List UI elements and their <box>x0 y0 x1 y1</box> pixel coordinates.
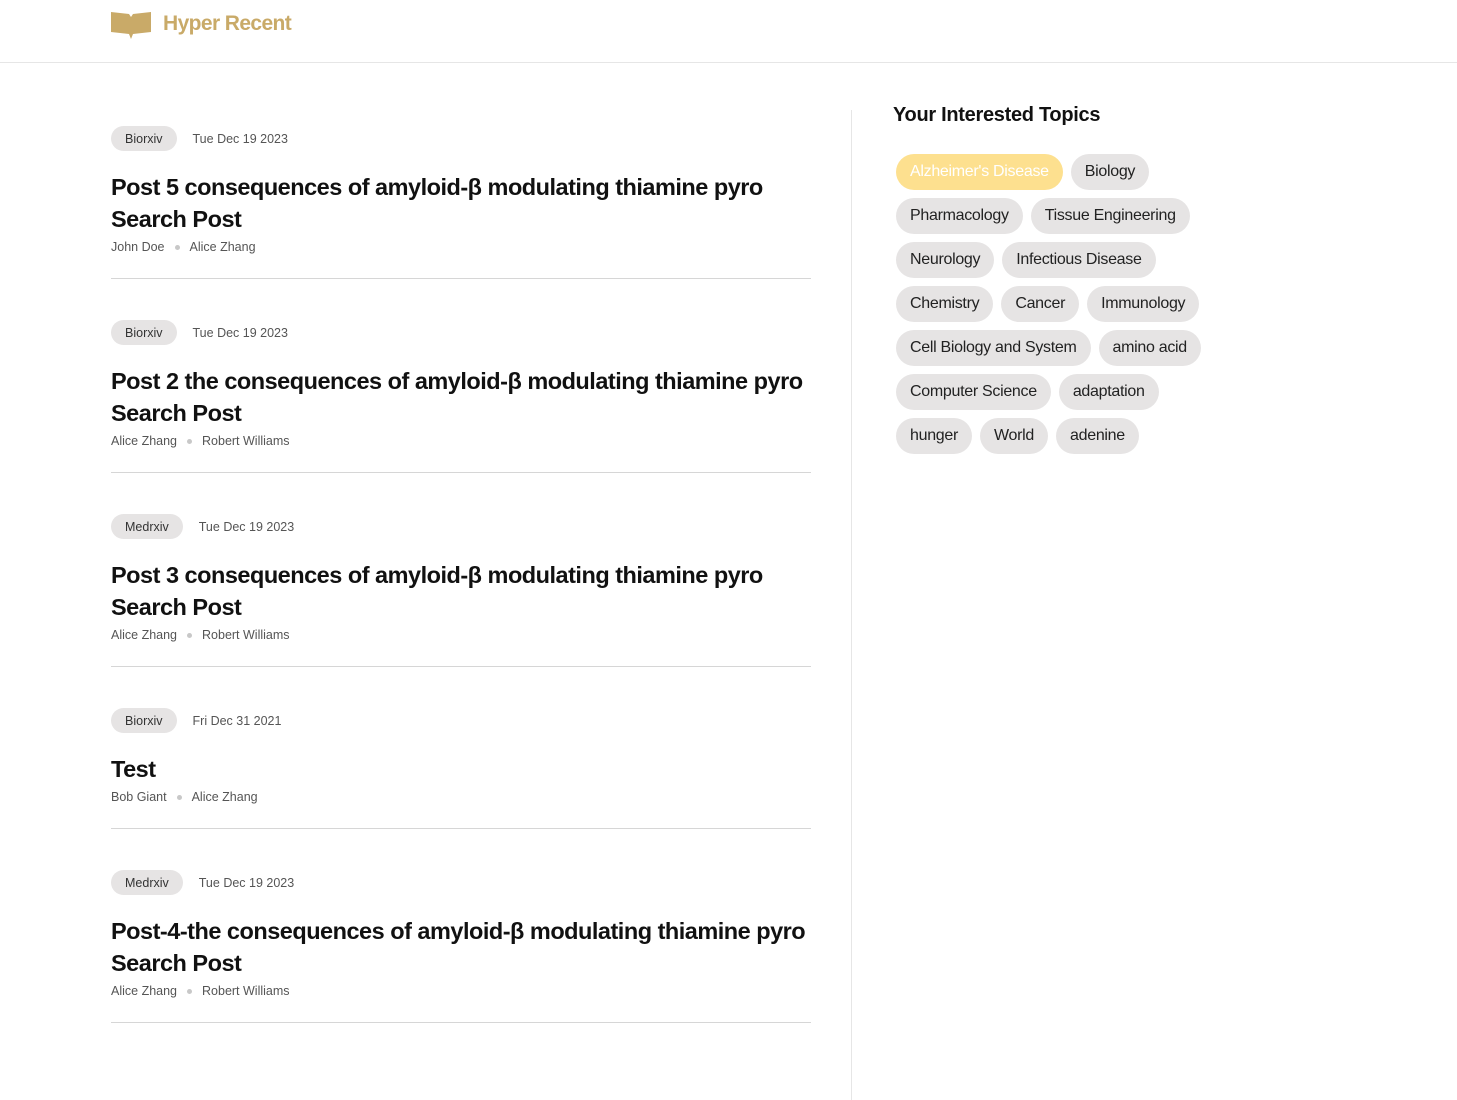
topic-chip-adenine[interactable]: adenine <box>1056 418 1139 454</box>
post-authors: Alice Zhang Robert Williams <box>111 432 811 450</box>
post-card: Biorxiv Tue Dec 19 2023 Post 2 the conse… <box>111 304 811 473</box>
dot-separator <box>176 794 182 800</box>
dot-separator <box>187 988 193 994</box>
post-title[interactable]: Post 3 consequences of amyloid-β modulat… <box>111 559 811 623</box>
topic-chip-computer-science[interactable]: Computer Science <box>896 374 1051 410</box>
author-name[interactable]: Bob Giant <box>111 790 167 804</box>
author-name[interactable]: Alice Zhang <box>111 628 177 642</box>
column-divider <box>851 110 852 1100</box>
post-date: Fri Dec 31 2021 <box>192 713 282 728</box>
post-meta: Biorxiv Fri Dec 31 2021 <box>111 708 811 733</box>
dot-separator <box>174 244 180 250</box>
topic-chip-cancer[interactable]: Cancer <box>1001 286 1080 322</box>
post-card: Medrxiv Tue Dec 19 2023 Post 3 consequen… <box>111 498 811 667</box>
dot-separator <box>187 632 193 638</box>
post-authors: John Doe Alice Zhang <box>111 238 811 256</box>
source-badge[interactable]: Medrxiv <box>111 514 183 539</box>
top-header: Hyper Recent <box>0 0 1457 63</box>
book-icon <box>111 12 151 39</box>
post-authors: Alice Zhang Robert Williams <box>111 982 811 1000</box>
brand-name: Hyper Recent <box>163 12 292 35</box>
topic-chip-infectious-disease[interactable]: Infectious Disease <box>1002 242 1156 278</box>
post-card: Medrxiv Tue Dec 19 2023 Post-4-the conse… <box>111 854 811 1023</box>
topic-chip-immunology[interactable]: Immunology <box>1087 286 1200 322</box>
topic-chip-tissue-engineering[interactable]: Tissue Engineering <box>1030 198 1190 234</box>
author-name[interactable]: John Doe <box>111 240 165 254</box>
source-badge[interactable]: Biorxiv <box>111 126 177 151</box>
post-authors: Bob Giant Alice Zhang <box>111 788 811 806</box>
author-name[interactable]: Robert Williams <box>202 628 290 642</box>
post-meta: Biorxiv Tue Dec 19 2023 <box>111 126 811 151</box>
topic-chip-alzheimers-disease[interactable]: Alzheimer's Disease <box>896 154 1063 190</box>
author-name[interactable]: Alice Zhang <box>111 984 177 998</box>
brand-logo-link[interactable]: Hyper Recent <box>111 8 292 40</box>
post-authors: Alice Zhang Robert Williams <box>111 626 811 644</box>
post-date: Tue Dec 19 2023 <box>198 875 295 890</box>
topics-sidebar: Your Interested Topics Alzheimer's Disea… <box>893 104 1213 454</box>
topic-chip-neurology[interactable]: Neurology <box>896 242 995 278</box>
author-name[interactable]: Robert Williams <box>202 984 290 998</box>
post-card: Biorxiv Fri Dec 31 2021 Test Bob Giant A… <box>111 692 811 829</box>
topic-chip-adaptation[interactable]: adaptation <box>1058 374 1159 410</box>
author-name[interactable]: Robert Williams <box>202 434 290 448</box>
source-badge[interactable]: Biorxiv <box>111 708 177 733</box>
topic-chip-amino-acid[interactable]: amino acid <box>1098 330 1201 366</box>
post-title[interactable]: Post 5 consequences of amyloid-β modulat… <box>111 171 811 235</box>
sidebar-title: Your Interested Topics <box>893 104 1101 126</box>
post-feed: Biorxiv Tue Dec 19 2023 Post 5 consequen… <box>111 110 811 1048</box>
post-date: Tue Dec 19 2023 <box>198 519 295 534</box>
dot-separator <box>187 438 193 444</box>
topic-chip-world[interactable]: World <box>980 418 1049 454</box>
author-name[interactable]: Alice Zhang <box>190 240 256 254</box>
topic-chip-cell-biology-and-system[interactable]: Cell Biology and System <box>896 330 1091 366</box>
source-badge[interactable]: Medrxiv <box>111 870 183 895</box>
post-title[interactable]: Post 2 the consequences of amyloid-β mod… <box>111 365 811 429</box>
author-name[interactable]: Alice Zhang <box>192 790 258 804</box>
topic-chip-biology[interactable]: Biology <box>1070 154 1150 190</box>
post-date: Tue Dec 19 2023 <box>192 131 288 146</box>
post-card: Biorxiv Tue Dec 19 2023 Post 5 consequen… <box>111 110 811 279</box>
post-date: Tue Dec 19 2023 <box>192 325 288 340</box>
topic-chip-chemistry[interactable]: Chemistry <box>896 286 994 322</box>
post-meta: Medrxiv Tue Dec 19 2023 <box>111 870 811 895</box>
post-meta: Biorxiv Tue Dec 19 2023 <box>111 320 811 345</box>
source-badge[interactable]: Biorxiv <box>111 320 177 345</box>
post-title[interactable]: Test <box>111 753 811 785</box>
post-meta: Medrxiv Tue Dec 19 2023 <box>111 514 811 539</box>
post-title[interactable]: Post-4-the consequences of amyloid-β mod… <box>111 915 811 979</box>
author-name[interactable]: Alice Zhang <box>111 434 177 448</box>
topic-chip-hunger[interactable]: hunger <box>896 418 973 454</box>
topic-list: Alzheimer's Disease Biology Pharmacology… <box>896 154 1216 454</box>
topic-chip-pharmacology[interactable]: Pharmacology <box>896 198 1023 234</box>
